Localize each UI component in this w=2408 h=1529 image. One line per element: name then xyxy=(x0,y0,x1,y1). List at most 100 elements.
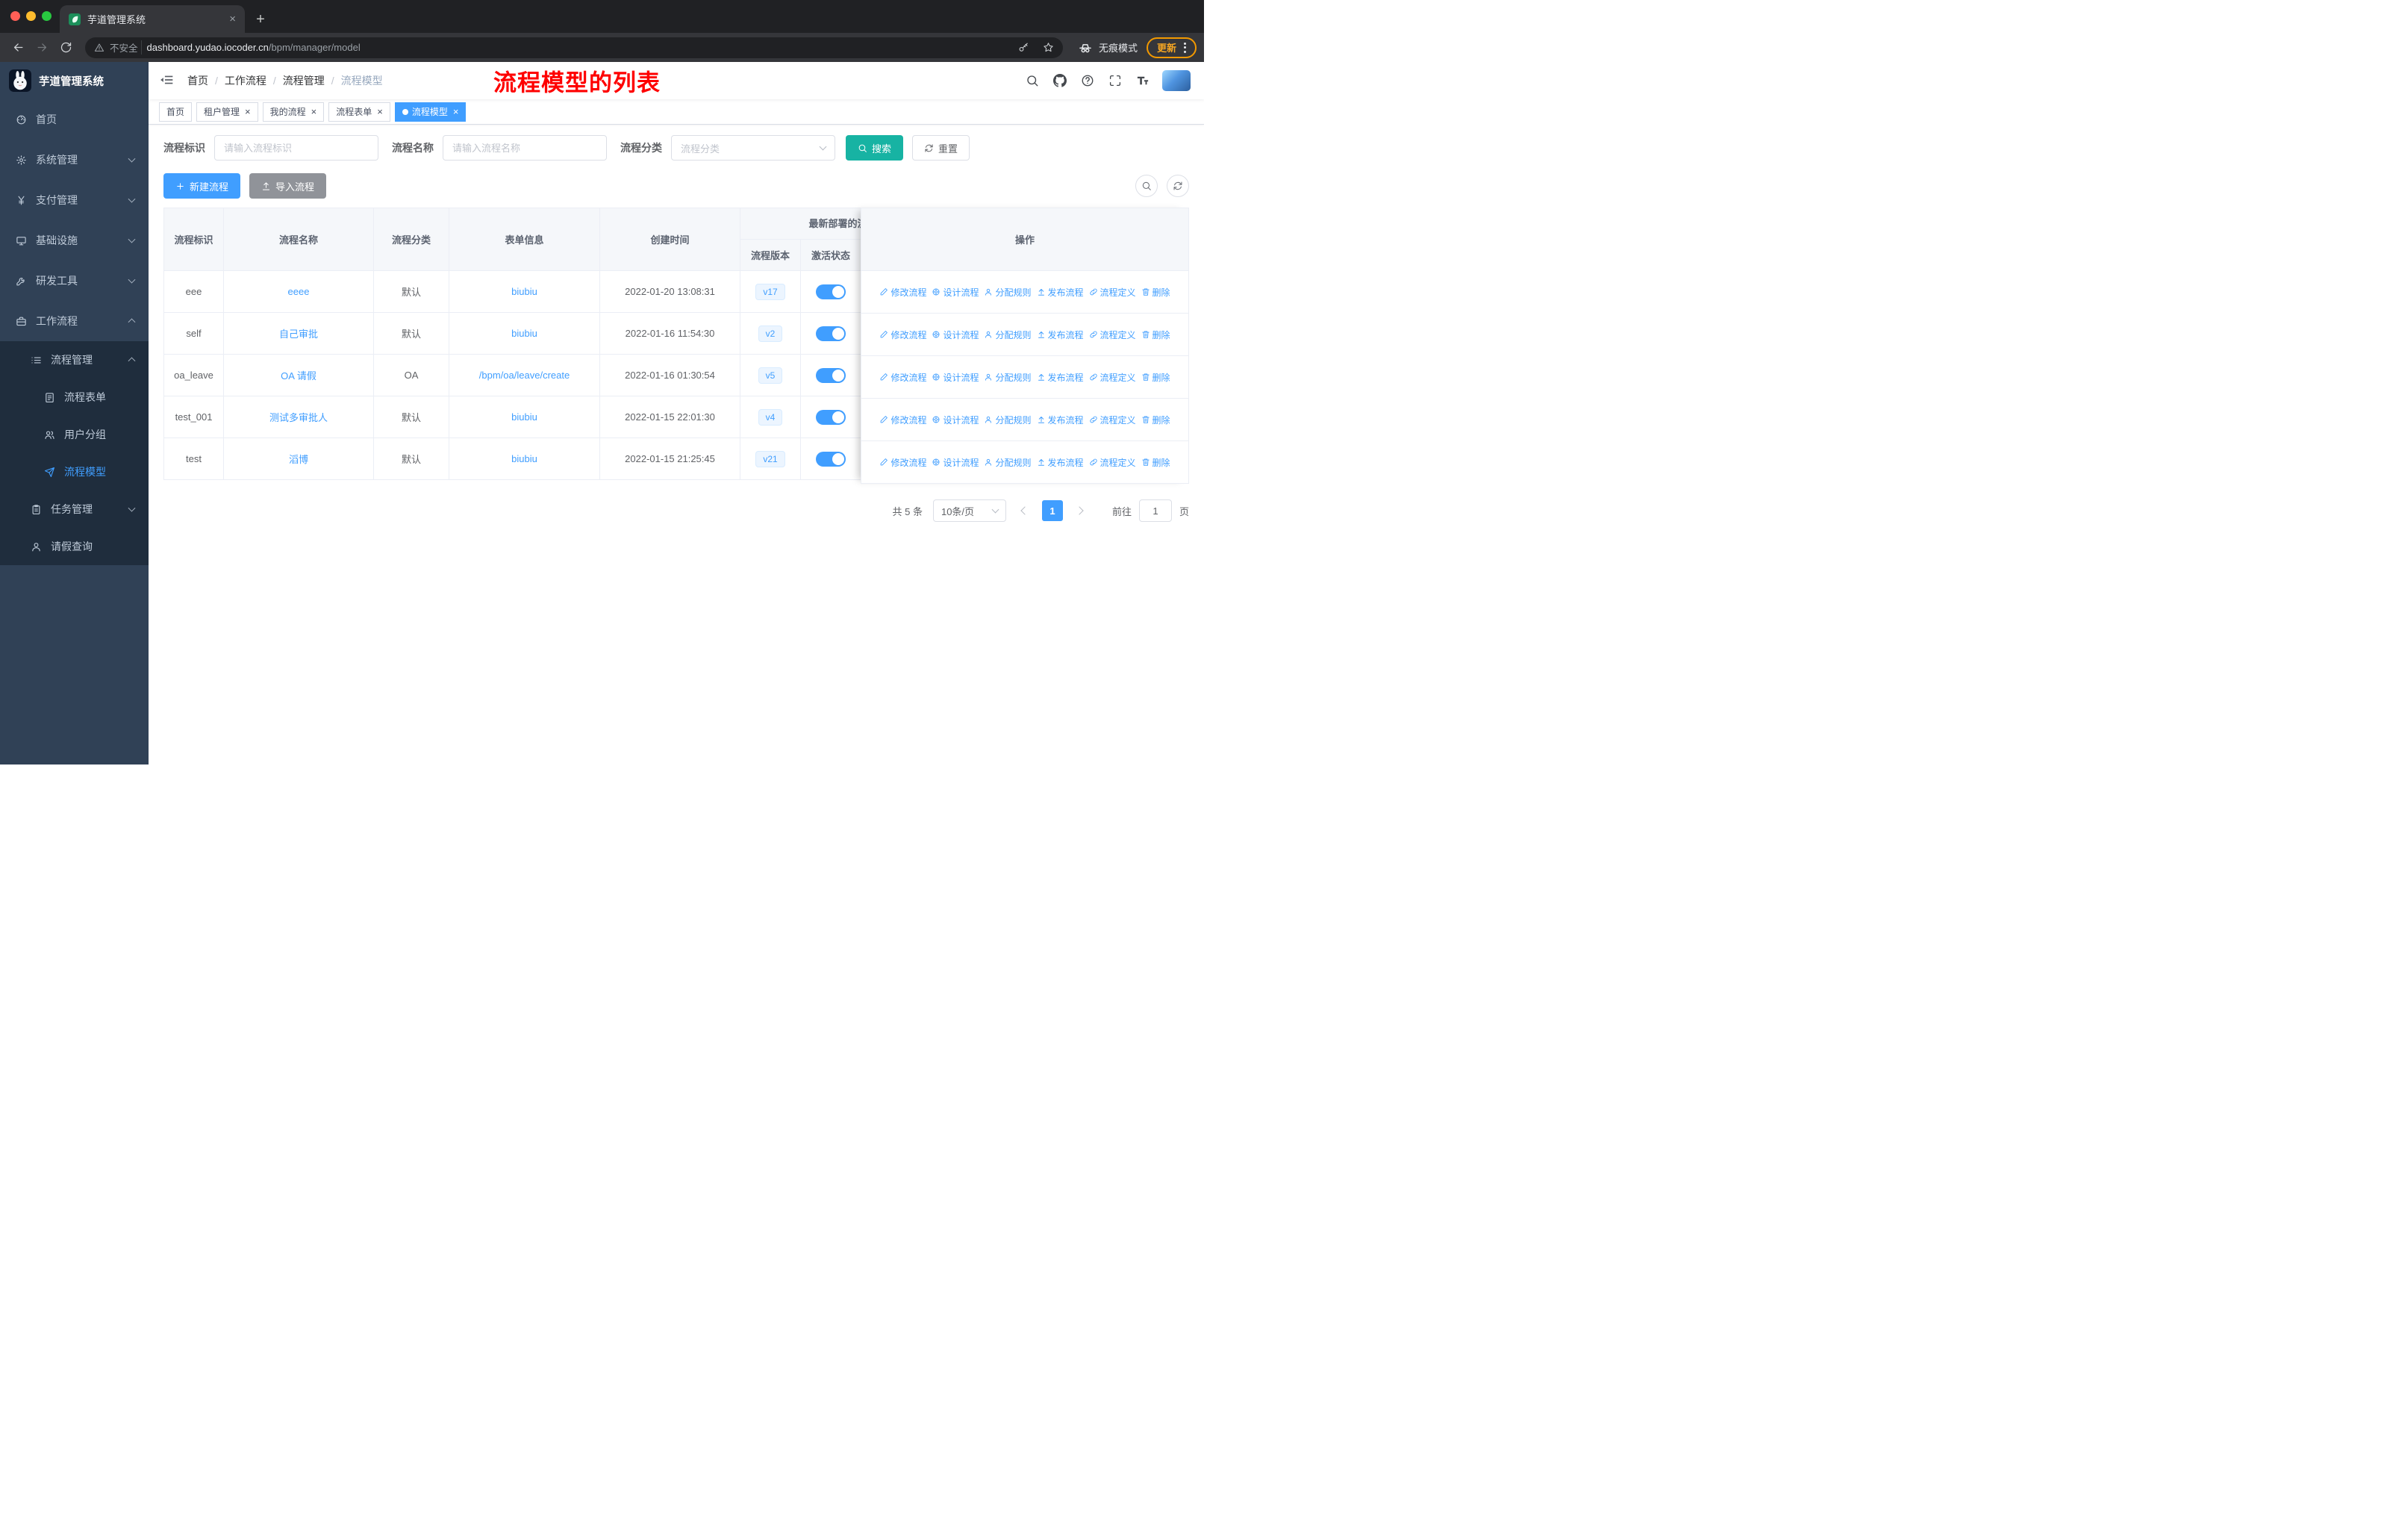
action-definition[interactable]: 流程定义 xyxy=(1089,371,1136,384)
form-info-link[interactable]: biubiu xyxy=(511,453,537,464)
form-info-link[interactable]: biubiu xyxy=(511,286,537,297)
action-modify[interactable]: 修改流程 xyxy=(879,328,926,341)
browser-menu-icon[interactable] xyxy=(1182,41,1188,55)
action-delete[interactable]: 删除 xyxy=(1141,328,1170,341)
sidebar-item-process-model[interactable]: 流程模型 xyxy=(0,453,149,491)
action-modify[interactable]: 修改流程 xyxy=(879,456,926,469)
action-assign-rules[interactable]: 分配规则 xyxy=(984,286,1032,299)
action-publish[interactable]: 发布流程 xyxy=(1037,286,1084,299)
process-id-input[interactable] xyxy=(214,135,378,161)
help-icon[interactable] xyxy=(1079,72,1096,89)
star-icon[interactable] xyxy=(1039,38,1058,57)
action-design[interactable]: 设计流程 xyxy=(932,286,979,299)
reload-icon[interactable] xyxy=(55,37,76,58)
user-avatar[interactable] xyxy=(1162,70,1191,91)
prev-page-button[interactable] xyxy=(1014,500,1035,521)
key-icon[interactable] xyxy=(1014,38,1034,57)
action-delete[interactable]: 删除 xyxy=(1141,414,1170,426)
breadcrumb-item[interactable]: 工作流程 xyxy=(225,73,266,88)
tag-process-model[interactable]: 流程模型 × xyxy=(394,102,467,122)
sidebar-item-leave-query[interactable]: 请假查询 xyxy=(0,528,149,565)
reset-button[interactable]: 重置 xyxy=(912,135,970,161)
action-publish[interactable]: 发布流程 xyxy=(1037,414,1084,426)
hamburger-icon[interactable] xyxy=(159,72,175,89)
action-definition[interactable]: 流程定义 xyxy=(1089,328,1136,341)
category-select[interactable]: 流程分类 xyxy=(671,135,835,161)
close-tag-icon[interactable]: × xyxy=(453,107,459,116)
process-name-link[interactable]: OA 请假 xyxy=(281,370,316,382)
back-icon[interactable] xyxy=(7,37,28,58)
tag-home[interactable]: 首页 xyxy=(159,102,193,122)
page-number-current[interactable]: 1 xyxy=(1041,500,1063,521)
action-assign-rules[interactable]: 分配规则 xyxy=(984,328,1032,341)
new-tab-button[interactable]: + xyxy=(249,8,272,31)
sidebar-item-user-group[interactable]: 用户分组 xyxy=(0,416,149,453)
active-toggle[interactable] xyxy=(816,367,846,383)
close-window-button[interactable] xyxy=(10,11,20,21)
close-tag-icon[interactable]: × xyxy=(245,107,251,116)
toggle-search-button[interactable] xyxy=(1135,175,1158,197)
action-delete[interactable]: 删除 xyxy=(1141,371,1170,384)
tag-process-form[interactable]: 流程表单 × xyxy=(328,102,390,122)
form-info-link[interactable]: biubiu xyxy=(511,328,537,339)
sidebar-item-workflow[interactable]: 工作流程 xyxy=(0,301,149,341)
sidebar-item-home[interactable]: 首页 xyxy=(0,99,149,140)
action-design[interactable]: 设计流程 xyxy=(932,456,979,469)
page-size-select[interactable]: 10条/页 xyxy=(932,499,1006,522)
action-modify[interactable]: 修改流程 xyxy=(879,286,926,299)
sidebar-item-system-management[interactable]: 系统管理 xyxy=(0,140,149,180)
process-name-link[interactable]: 测试多审批人 xyxy=(269,412,328,423)
form-info-link[interactable]: biubiu xyxy=(511,411,537,423)
github-icon[interactable] xyxy=(1052,72,1068,89)
breadcrumb-item[interactable]: 首页 xyxy=(187,73,208,88)
minimize-window-button[interactable] xyxy=(26,11,36,21)
action-publish[interactable]: 发布流程 xyxy=(1037,456,1084,469)
search-icon[interactable] xyxy=(1024,72,1041,89)
action-publish[interactable]: 发布流程 xyxy=(1037,371,1084,384)
process-name-link[interactable]: eeee xyxy=(288,286,310,297)
import-process-button[interactable]: 导入流程 xyxy=(249,173,327,199)
action-definition[interactable]: 流程定义 xyxy=(1089,456,1136,469)
sidebar-item-infrastructure[interactable]: 基础设施 xyxy=(0,220,149,261)
update-button[interactable]: 更新 xyxy=(1146,37,1197,58)
action-modify[interactable]: 修改流程 xyxy=(879,414,926,426)
action-publish[interactable]: 发布流程 xyxy=(1037,328,1084,341)
action-design[interactable]: 设计流程 xyxy=(932,414,979,426)
refresh-table-button[interactable] xyxy=(1167,175,1189,197)
process-name-link[interactable]: 滔博 xyxy=(289,454,308,465)
sidebar-item-task-management[interactable]: 任务管理 xyxy=(0,491,149,528)
action-design[interactable]: 设计流程 xyxy=(932,371,979,384)
font-size-icon[interactable] xyxy=(1135,72,1151,89)
active-toggle[interactable] xyxy=(816,326,846,341)
process-name-input[interactable] xyxy=(443,135,607,161)
action-assign-rules[interactable]: 分配规则 xyxy=(984,414,1032,426)
action-delete[interactable]: 删除 xyxy=(1141,456,1170,469)
process-name-link[interactable]: 自己审批 xyxy=(279,328,318,340)
active-toggle[interactable] xyxy=(816,284,846,299)
goto-page-input[interactable] xyxy=(1138,499,1172,522)
tag-tenant-management[interactable]: 租户管理 × xyxy=(196,102,258,122)
action-definition[interactable]: 流程定义 xyxy=(1089,414,1136,426)
sidebar-item-process-form[interactable]: 流程表单 xyxy=(0,379,149,416)
sidebar-item-process-management[interactable]: 流程管理 xyxy=(0,341,149,379)
action-assign-rules[interactable]: 分配规则 xyxy=(984,456,1032,469)
action-assign-rules[interactable]: 分配规则 xyxy=(984,371,1032,384)
active-toggle[interactable] xyxy=(816,451,846,467)
forward-icon[interactable] xyxy=(31,37,52,58)
next-page-button[interactable] xyxy=(1070,500,1091,521)
fullscreen-icon[interactable] xyxy=(1107,72,1123,89)
action-design[interactable]: 设计流程 xyxy=(932,328,979,341)
tag-my-process[interactable]: 我的流程 × xyxy=(262,102,325,122)
form-info-link[interactable]: /bpm/oa/leave/create xyxy=(479,370,570,381)
close-tag-icon[interactable]: × xyxy=(377,107,383,116)
close-tag-icon[interactable]: × xyxy=(311,107,317,116)
breadcrumb-item[interactable]: 流程管理 xyxy=(283,73,325,88)
action-delete[interactable]: 删除 xyxy=(1141,286,1170,299)
zoom-window-button[interactable] xyxy=(42,11,52,21)
action-modify[interactable]: 修改流程 xyxy=(879,371,926,384)
active-toggle[interactable] xyxy=(816,409,846,425)
search-button[interactable]: 搜索 xyxy=(846,135,904,161)
tab-close-icon[interactable]: × xyxy=(229,13,236,25)
address-bar[interactable]: 不安全 dashboard.yudao.iocoder.cn/bpm/manag… xyxy=(85,37,1063,58)
sidebar-item-dev-tools[interactable]: 研发工具 xyxy=(0,261,149,301)
